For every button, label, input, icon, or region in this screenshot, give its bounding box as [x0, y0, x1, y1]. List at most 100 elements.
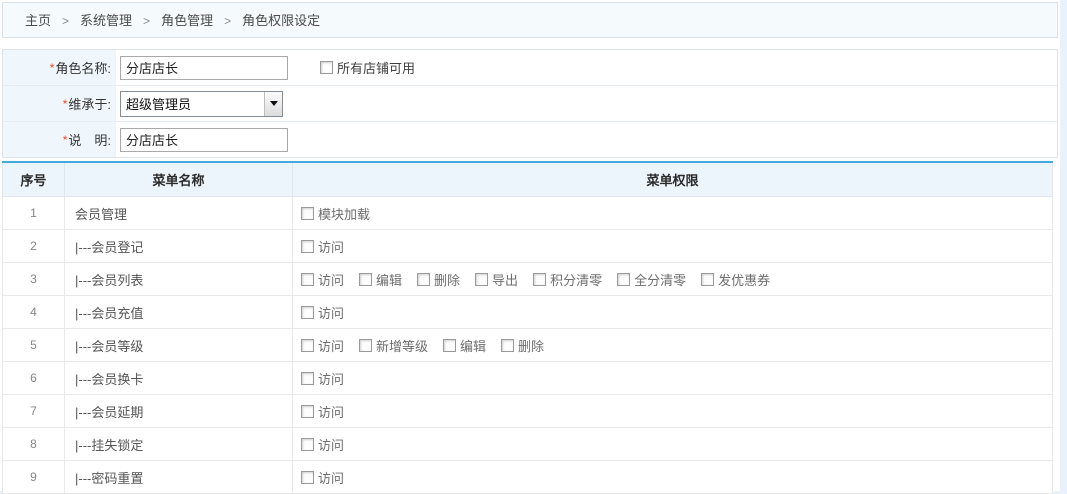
permission-checkbox[interactable]: 访问	[301, 369, 344, 388]
table-row: 3 |---会员列表 访问 编辑 删除 导出 积分清零 全分清零 发优惠券	[3, 263, 1053, 296]
checkbox-icon[interactable]	[301, 471, 314, 484]
row-permissions: 访问	[293, 362, 1053, 395]
row-menu-name: |---会员等级	[65, 329, 293, 362]
permission-label: 访问	[318, 468, 344, 487]
permission-label: 访问	[318, 369, 344, 388]
form-row-inherit: * 维承于: 超级管理员	[3, 86, 1057, 122]
checkbox-icon[interactable]	[701, 273, 714, 286]
permissions-table: 序号 菜单名称 菜单权限 1 会员管理 模块加载 2 |---会员登记 访问 3…	[2, 161, 1053, 494]
permission-checkbox[interactable]: 编辑	[359, 270, 402, 289]
row-serial: 8	[3, 428, 65, 461]
role-name-content: 所有店铺可用	[116, 50, 1057, 85]
breadcrumb-separator: >	[143, 14, 150, 28]
permission-label: 全分清零	[634, 270, 686, 289]
permission-label: 访问	[318, 303, 344, 322]
select-dropdown-button[interactable]	[264, 92, 282, 116]
breadcrumb-separator: >	[62, 14, 69, 28]
form-row-description: * 说 明:	[3, 122, 1057, 157]
permission-checkbox[interactable]: 导出	[475, 270, 518, 289]
inherit-select-value: 超级管理员	[121, 92, 264, 116]
permission-checkbox[interactable]: 访问	[301, 435, 344, 454]
header-menu-permission: 菜单权限	[293, 162, 1053, 197]
row-menu-name: |---会员充值	[65, 296, 293, 329]
table-row: 4 |---会员充值 访问	[3, 296, 1053, 329]
table-row: 9 |---密码重置 访问	[3, 461, 1053, 494]
permission-label: 删除	[434, 270, 460, 289]
permission-checkbox[interactable]: 新增等级	[359, 336, 428, 355]
inherit-label-text: 维承于:	[68, 94, 111, 113]
permission-label: 新增等级	[376, 336, 428, 355]
permission-checkbox[interactable]: 删除	[417, 270, 460, 289]
permission-checkbox[interactable]: 访问	[301, 336, 344, 355]
row-menu-name: |---会员登记	[65, 230, 293, 263]
row-permissions: 访问	[293, 461, 1053, 494]
permission-checkbox[interactable]: 访问	[301, 402, 344, 421]
table-row: 6 |---会员换卡 访问	[3, 362, 1053, 395]
description-label-text: 说 明:	[68, 130, 111, 149]
checkbox-icon[interactable]	[301, 372, 314, 385]
permission-checkbox[interactable]: 访问	[301, 237, 344, 256]
description-content	[116, 122, 1057, 157]
checkbox-icon[interactable]	[301, 273, 314, 286]
checkbox-icon[interactable]	[359, 339, 372, 352]
breadcrumb-item[interactable]: 系统管理	[80, 13, 132, 28]
checkbox-icon[interactable]	[320, 61, 333, 74]
permission-checkbox[interactable]: 发优惠券	[701, 270, 770, 289]
permission-label: 访问	[318, 402, 344, 421]
checkbox-icon[interactable]	[617, 273, 630, 286]
inherit-select[interactable]: 超级管理员	[120, 91, 283, 117]
required-asterisk: *	[50, 61, 55, 75]
row-permissions: 访问	[293, 428, 1053, 461]
checkbox-icon[interactable]	[301, 438, 314, 451]
checkbox-icon[interactable]	[301, 240, 314, 253]
description-input[interactable]	[120, 128, 288, 152]
table-row: 1 会员管理 模块加载	[3, 197, 1053, 230]
row-menu-name: |---密码重置	[65, 461, 293, 494]
row-permissions: 访问	[293, 395, 1053, 428]
permission-checkbox[interactable]: 访问	[301, 270, 344, 289]
checkbox-icon[interactable]	[301, 339, 314, 352]
breadcrumb-item[interactable]: 角色管理	[161, 13, 213, 28]
permission-checkbox[interactable]: 模块加载	[301, 204, 370, 223]
role-name-label: * 角色名称:	[3, 50, 116, 85]
breadcrumb-item[interactable]: 主页	[25, 13, 51, 28]
permission-label: 访问	[318, 237, 344, 256]
checkbox-icon[interactable]	[417, 273, 430, 286]
checkbox-icon[interactable]	[359, 273, 372, 286]
required-asterisk: *	[63, 97, 68, 111]
role-form: * 角色名称: 所有店铺可用 * 维承于: 超级管理员	[2, 49, 1058, 158]
table-row: 2 |---会员登记 访问	[3, 230, 1053, 263]
checkbox-icon[interactable]	[301, 306, 314, 319]
row-serial: 1	[3, 197, 65, 230]
table-row: 5 |---会员等级 访问 新增等级 编辑 删除	[3, 329, 1053, 362]
permission-label: 编辑	[460, 336, 486, 355]
all-shops-checkbox[interactable]: 所有店铺可用	[320, 58, 415, 77]
permission-checkbox[interactable]: 全分清零	[617, 270, 686, 289]
checkbox-icon[interactable]	[501, 339, 514, 352]
row-menu-name: |---会员列表	[65, 263, 293, 296]
form-row-role-name: * 角色名称: 所有店铺可用	[3, 50, 1057, 86]
checkbox-icon[interactable]	[533, 273, 546, 286]
permission-checkbox[interactable]: 访问	[301, 303, 344, 322]
checkbox-icon[interactable]	[301, 207, 314, 220]
permission-label: 积分清零	[550, 270, 602, 289]
breadcrumb: 主页>系统管理>角色管理>角色权限设定	[2, 2, 1058, 38]
permission-checkbox[interactable]: 删除	[501, 336, 544, 355]
checkbox-icon[interactable]	[475, 273, 488, 286]
permission-label: 访问	[318, 435, 344, 454]
row-serial: 3	[3, 263, 65, 296]
row-serial: 6	[3, 362, 65, 395]
checkbox-icon[interactable]	[301, 405, 314, 418]
row-serial: 7	[3, 395, 65, 428]
permission-label: 访问	[318, 336, 344, 355]
role-name-input[interactable]	[120, 56, 288, 80]
row-permissions: 访问 新增等级 编辑 删除	[293, 329, 1053, 362]
inherit-content: 超级管理员	[116, 86, 1057, 121]
header-menu-name: 菜单名称	[65, 162, 293, 197]
checkbox-icon[interactable]	[443, 339, 456, 352]
permission-label: 删除	[518, 336, 544, 355]
permission-checkbox[interactable]: 编辑	[443, 336, 486, 355]
permission-checkbox[interactable]: 访问	[301, 468, 344, 487]
permission-checkbox[interactable]: 积分清零	[533, 270, 602, 289]
breadcrumb-item: 角色权限设定	[242, 13, 320, 28]
